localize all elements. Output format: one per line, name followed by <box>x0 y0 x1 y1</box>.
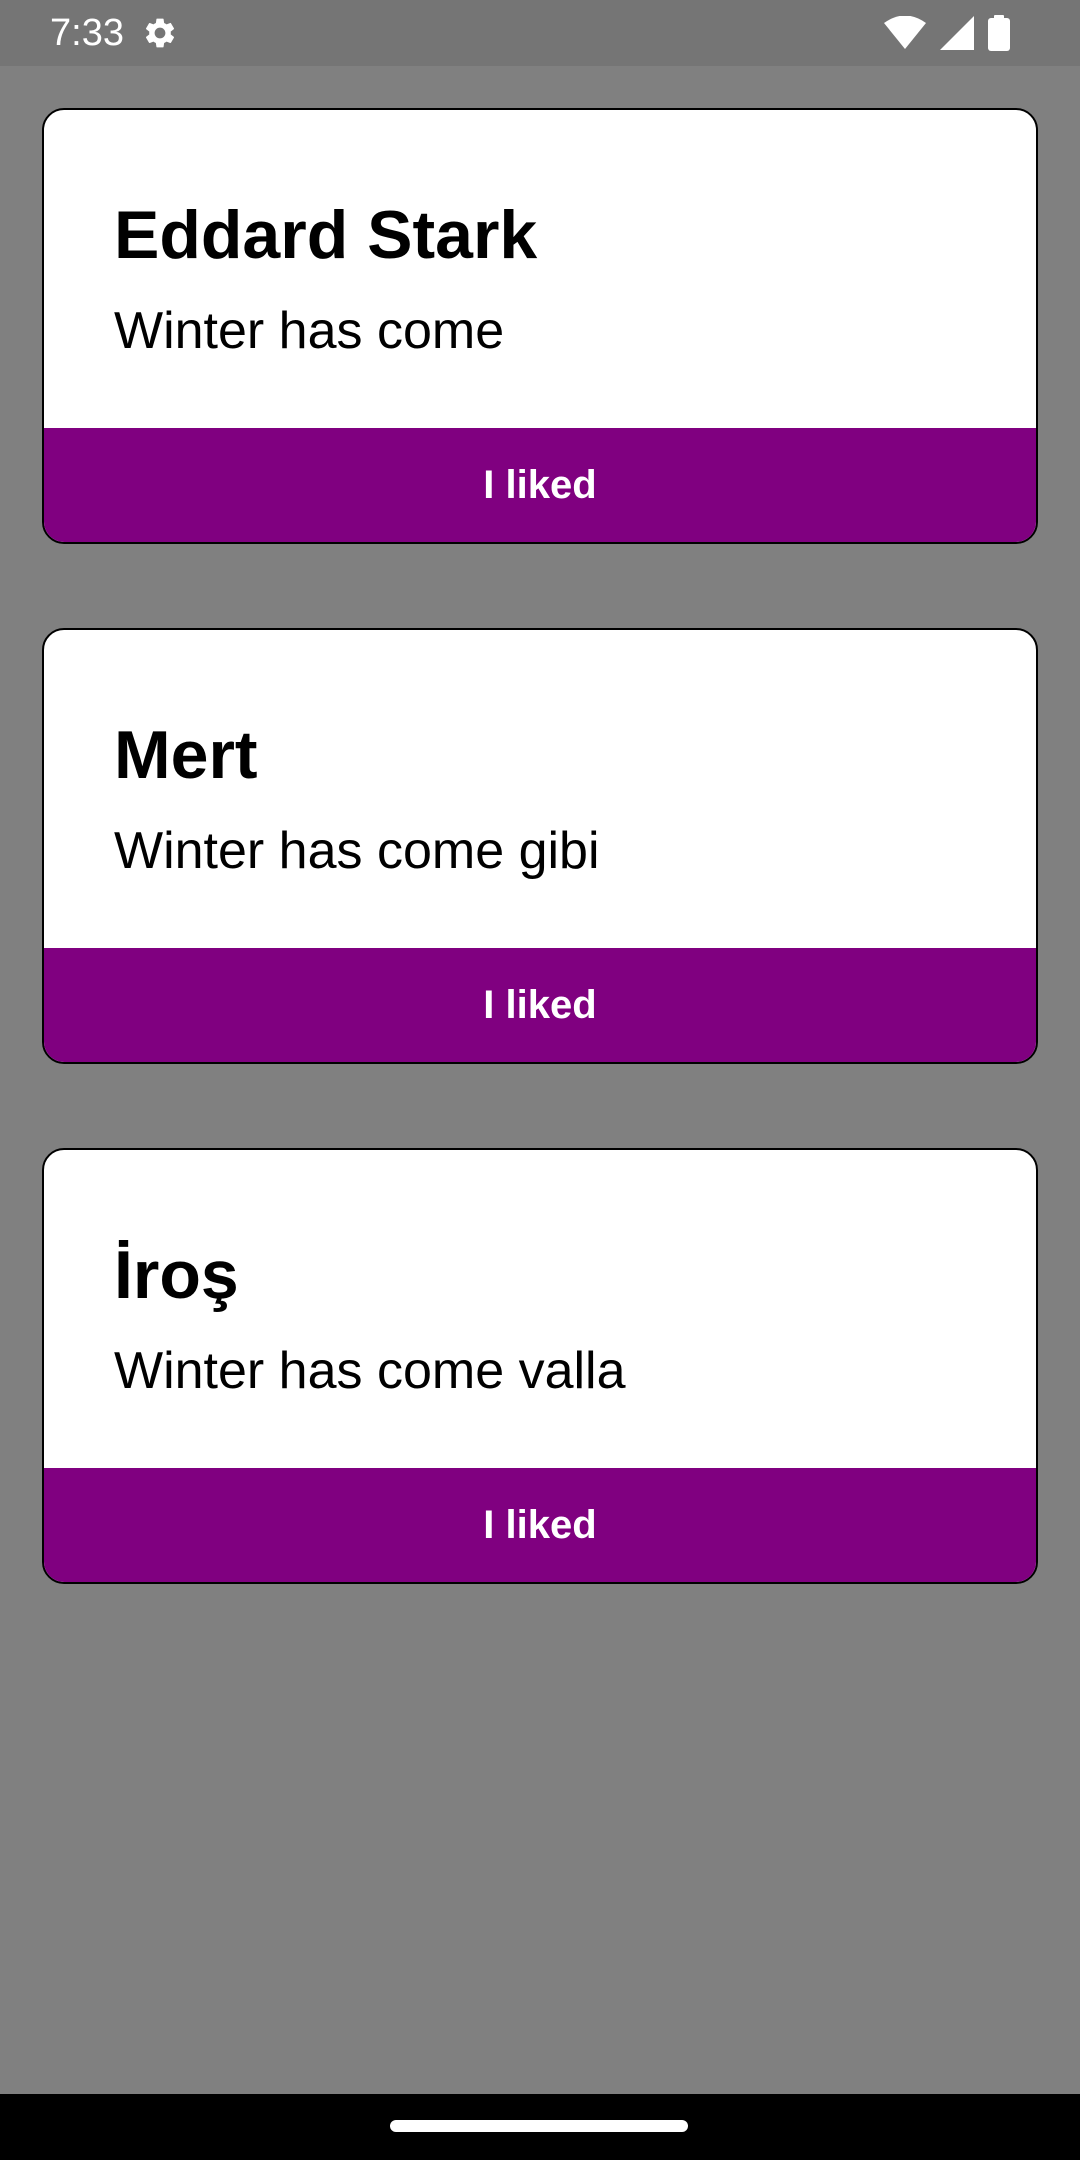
card-quote-text: Winter has come <box>114 302 505 360</box>
wifi-icon <box>884 16 926 49</box>
quote-card: Eddard Stark Winter has come I liked <box>42 108 1038 544</box>
quote-card: Mert Winter has come gibi I liked <box>42 628 1038 1064</box>
cellular-signal-icon <box>940 16 974 50</box>
quote-card: İroş Winter has come valla I liked <box>42 1148 1038 1584</box>
like-button[interactable]: I liked <box>44 948 1036 1062</box>
card-quote-text: Winter has come gibi <box>114 822 600 880</box>
status-bar: 7:33 <box>0 0 1080 66</box>
navigation-bar <box>0 2094 1080 2160</box>
battery-icon <box>988 15 1010 51</box>
status-time: 7:33 <box>50 12 124 54</box>
card-quote-text: Winter has come valla <box>114 1342 626 1400</box>
status-icons <box>884 14 1010 52</box>
card-author-name: İroş <box>114 1237 239 1313</box>
settings-gear-icon <box>145 18 175 48</box>
card-author-name: Mert <box>114 717 258 793</box>
card-author-name: Eddard Stark <box>114 197 538 273</box>
quote-list: Eddard Stark Winter has come I liked Mer… <box>42 108 1038 1668</box>
home-gesture-handle[interactable] <box>390 2120 688 2132</box>
like-button[interactable]: I liked <box>44 1468 1036 1582</box>
like-button[interactable]: I liked <box>44 428 1036 542</box>
